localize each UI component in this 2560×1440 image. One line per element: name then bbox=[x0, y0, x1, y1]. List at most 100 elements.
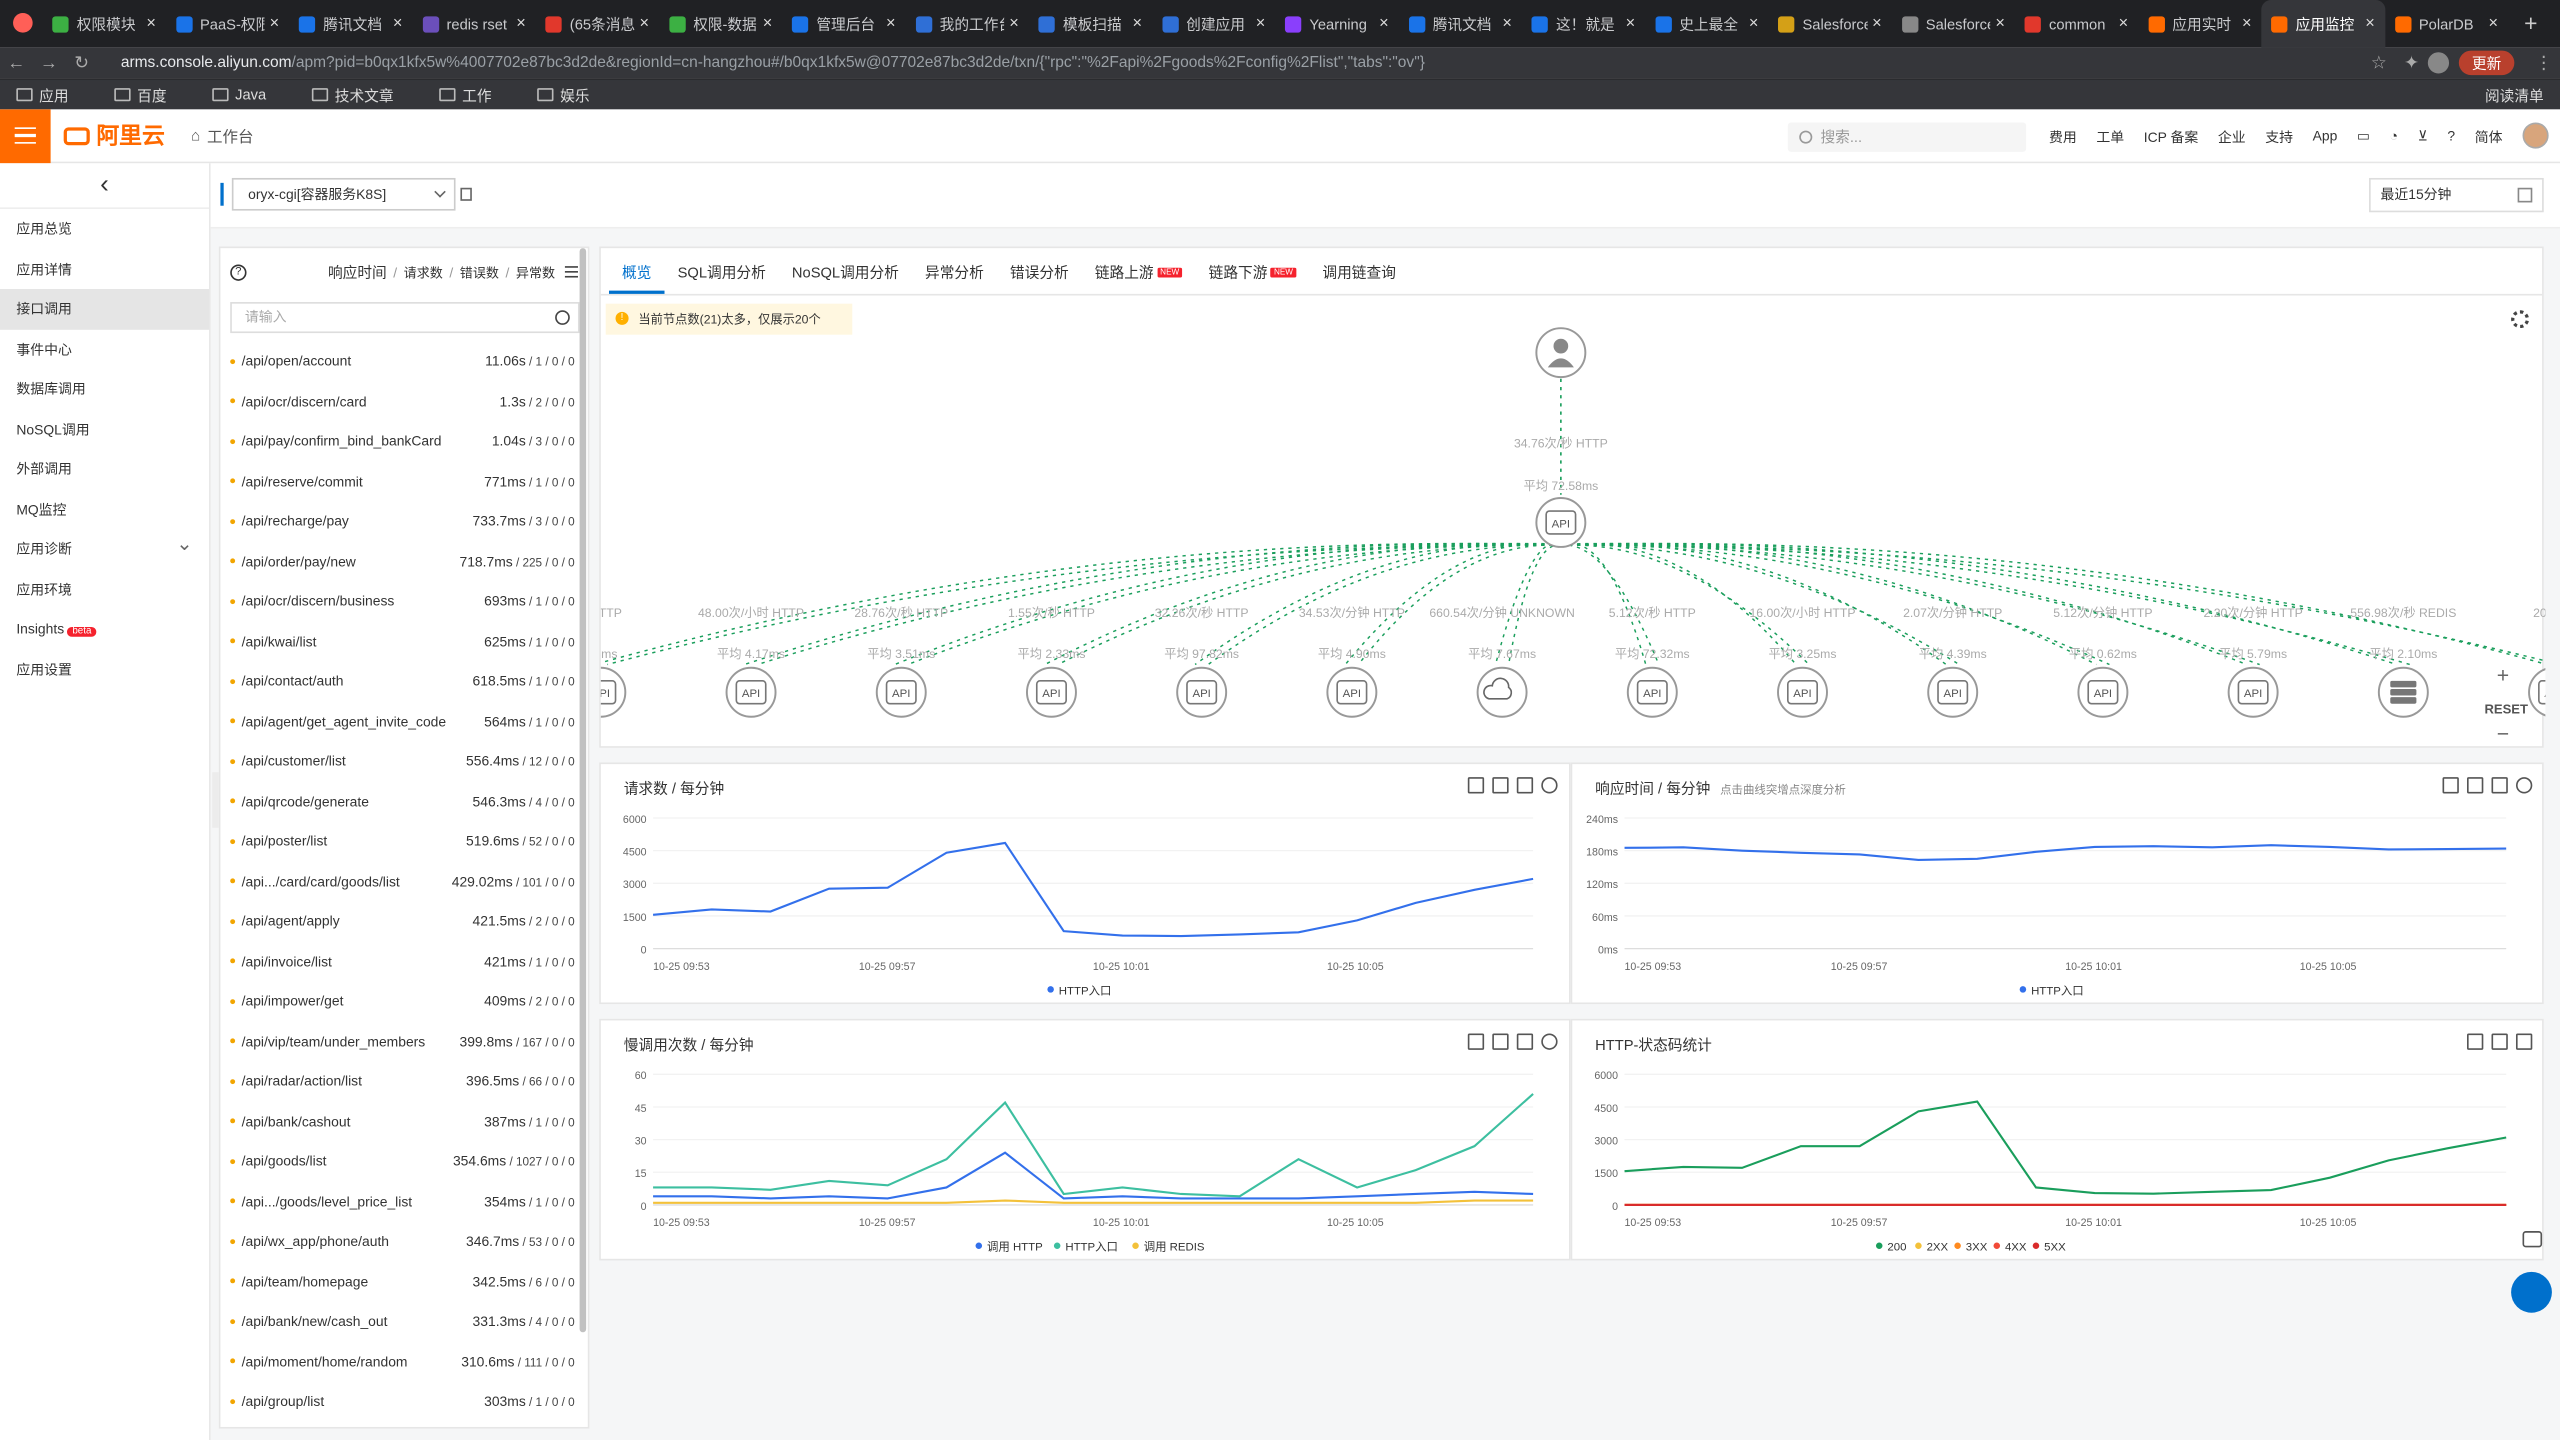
link-enterprise[interactable]: 企业 bbox=[2218, 127, 2246, 147]
bookmark-fun[interactable]: 娱乐 bbox=[537, 84, 612, 105]
browser-tab[interactable]: 史上最全 × bbox=[1645, 0, 1768, 47]
copy-icon[interactable] bbox=[460, 187, 472, 201]
expand-icon[interactable] bbox=[2442, 777, 2459, 794]
browser-tab[interactable]: common × bbox=[2015, 0, 2138, 47]
analysis-tab[interactable]: 链路下游 NEW bbox=[1196, 261, 1310, 294]
tab-close-icon[interactable]: × bbox=[639, 15, 649, 33]
downstream-node[interactable]: 20.27... API bbox=[2528, 606, 2546, 717]
link-app[interactable]: App bbox=[2313, 127, 2338, 147]
downstream-node[interactable]: 32.26次/秒 HTTP 平均 97.82ms API bbox=[1155, 606, 1249, 718]
close-window-icon[interactable] bbox=[13, 13, 33, 33]
analysis-tab[interactable]: 错误分析 bbox=[997, 261, 1082, 294]
tab-close-icon[interactable]: × bbox=[1872, 15, 1882, 33]
link-ticket[interactable]: 工单 bbox=[2096, 127, 2124, 147]
browser-tab[interactable]: 这！就是 × bbox=[1522, 0, 1645, 47]
back-icon[interactable]: ← bbox=[0, 53, 33, 73]
api-row[interactable]: /api/impower/get 409ms / 2 / 0 / 0 bbox=[220, 981, 587, 1021]
bug-icon[interactable] bbox=[1541, 1033, 1558, 1050]
tab-close-icon[interactable]: × bbox=[886, 15, 896, 33]
downstream-node[interactable]: 5.12次/分钟 HTTP 平均 0.62ms API bbox=[2053, 605, 2153, 718]
legend-item[interactable]: 调用 REDIS bbox=[1132, 1241, 1205, 1254]
user-node[interactable] bbox=[1535, 327, 1587, 379]
api-row[interactable]: /api/invoice/list 421ms / 1 / 0 / 0 bbox=[220, 941, 587, 981]
downstream-node[interactable]: 16.00次/小时 HTTP 平均 3.25ms API bbox=[1749, 606, 1856, 718]
browser-tab[interactable]: 我的工作台× bbox=[905, 0, 1028, 47]
link-billing[interactable]: 费用 bbox=[2049, 127, 2077, 147]
calendar-icon[interactable] bbox=[1516, 777, 1534, 794]
tab-close-icon[interactable]: × bbox=[1995, 15, 2005, 33]
forward-icon[interactable]: → bbox=[33, 53, 66, 73]
browser-tab[interactable]: Yearning × bbox=[1275, 0, 1398, 47]
expand-icon[interactable] bbox=[2467, 1033, 2484, 1050]
api-row[interactable]: /api/poster/list 519.6ms / 52 / 0 / 0 bbox=[220, 821, 587, 861]
legend-item[interactable]: 200 bbox=[1875, 1242, 1906, 1254]
link-icp[interactable]: ICP 备案 bbox=[2144, 127, 2199, 147]
console-search-input[interactable]: 搜索... bbox=[1787, 122, 2027, 152]
tab-close-icon[interactable]: × bbox=[393, 15, 403, 33]
browser-tab[interactable]: Salesforce × bbox=[1891, 0, 2014, 47]
downstream-node[interactable]: 556.98次/秒 REDIS 平均 2.10ms bbox=[2350, 606, 2456, 718]
api-row[interactable]: /api/bank/cashout 387ms / 1 / 0 / 0 bbox=[220, 1101, 587, 1141]
api-row[interactable]: /api/wx_app/phone/auth 346.7ms / 53 / 0 /… bbox=[220, 1221, 587, 1261]
app-select[interactable]: oryx-cgi[容器服务K8S] bbox=[231, 177, 456, 211]
analysis-tab[interactable]: NoSQL调用分析 bbox=[779, 261, 912, 294]
line-chart-icon[interactable] bbox=[1492, 1033, 1509, 1050]
browser-tab[interactable]: 管理后台 × bbox=[782, 0, 905, 47]
downstream-node[interactable]: 2.07次/分钟 HTTP 平均 4.39ms API bbox=[1903, 605, 2002, 718]
update-button[interactable]: 更新 bbox=[2458, 50, 2515, 76]
menu-icon[interactable]: ⋮ bbox=[2527, 52, 2560, 74]
calendar-icon[interactable] bbox=[1516, 1033, 1534, 1050]
reload-icon[interactable]: ↻ bbox=[65, 52, 98, 74]
tab-close-icon[interactable]: × bbox=[146, 15, 156, 33]
link-language[interactable]: 简体 bbox=[2475, 127, 2503, 147]
api-row[interactable]: /api/agent/apply 421.5ms / 2 / 0 / 0 bbox=[220, 901, 587, 941]
expand-icon[interactable] bbox=[1467, 1033, 1485, 1050]
api-row[interactable]: /api/ocr/discern/business 693ms / 1 / 0 /… bbox=[220, 581, 587, 621]
col-errors[interactable]: 错误数 bbox=[460, 266, 499, 281]
tab-close-icon[interactable]: × bbox=[1379, 15, 1389, 33]
legend-item[interactable]: 4XX bbox=[1993, 1242, 2027, 1254]
api-row[interactable]: /api/goods/list 354.6ms / 1027 / 0 / 0 bbox=[220, 1141, 587, 1181]
api-row[interactable]: /api/pay/confirm_bind_bankCard 1.04s / 3 … bbox=[220, 421, 587, 461]
nav-item[interactable]: MQ监控 bbox=[0, 489, 209, 529]
center-api-node[interactable]: API bbox=[1535, 496, 1587, 548]
time-range-select[interactable]: 最近15分钟 bbox=[2369, 177, 2544, 213]
tab-close-icon[interactable]: × bbox=[2488, 15, 2498, 33]
col-response-time[interactable]: 响应时间 bbox=[328, 264, 387, 280]
downstream-node[interactable]: 48.00次/小时 HTTP 平均 4.17ms API bbox=[698, 606, 804, 718]
browser-tab[interactable]: PolarDB × bbox=[2385, 0, 2508, 47]
api-row[interactable]: /api/reserve/commit 771ms / 1 / 0 / 0 bbox=[220, 461, 587, 501]
nav-item[interactable]: Insights beta bbox=[0, 609, 209, 649]
api-row[interactable]: /api/team/homepage 342.5ms / 6 / 0 / 0 bbox=[220, 1261, 587, 1301]
nav-item[interactable]: 数据库调用 bbox=[0, 369, 209, 409]
legend-item[interactable]: HTTP入口 bbox=[1053, 1241, 1118, 1254]
nav-item[interactable]: 应用环境 bbox=[0, 569, 209, 609]
browser-tab[interactable]: 腾讯文档 × bbox=[289, 0, 412, 47]
series-line[interactable] bbox=[1624, 844, 2507, 862]
tab-close-icon[interactable]: × bbox=[1749, 15, 1759, 33]
list-scrollbar[interactable] bbox=[579, 248, 587, 1333]
legend-item[interactable]: 调用 HTTP bbox=[975, 1241, 1043, 1254]
browser-tab[interactable]: 模板扫描 × bbox=[1029, 0, 1152, 47]
aliyun-logo[interactable]: 阿里云 bbox=[63, 119, 165, 152]
analysis-tab[interactable]: SQL调用分析 bbox=[665, 261, 779, 294]
api-row[interactable]: /api/group/list 303ms / 1 / 0 / 0 bbox=[220, 1381, 587, 1421]
browser-tab[interactable]: (65条消息 × bbox=[536, 0, 659, 47]
cart-icon[interactable]: ⊻ bbox=[2418, 127, 2428, 147]
tab-close-icon[interactable]: × bbox=[2242, 15, 2252, 33]
api-row[interactable]: /api/order/pay/new 718.7ms / 225 / 0 / 0 bbox=[220, 541, 587, 581]
legend-item[interactable]: HTTP入口 bbox=[1047, 984, 1111, 997]
legend-item[interactable]: HTTP入口 bbox=[2019, 984, 2084, 997]
api-row[interactable]: /api/vip/team/under_members 399.8ms / 167… bbox=[220, 1021, 587, 1061]
zoom-out-icon[interactable]: − bbox=[2497, 723, 2509, 746]
api-row[interactable]: /api.../goods/level_price_list 354ms / 1 … bbox=[220, 1181, 587, 1221]
api-row[interactable]: /api/open/account 11.06s / 1 / 0 / 0 bbox=[220, 341, 587, 381]
new-tab-button[interactable]: + bbox=[2508, 0, 2554, 47]
nav-item[interactable]: 应用总览 bbox=[0, 209, 209, 249]
legend-item[interactable]: 2XX bbox=[1915, 1242, 1949, 1254]
downstream-node[interactable]: 1.55次/秒 HTTP 平均 2.33ms API bbox=[1008, 606, 1095, 718]
calendar-icon[interactable] bbox=[2515, 1033, 2533, 1050]
calendar-icon[interactable] bbox=[2491, 777, 2508, 794]
api-row[interactable]: /api/ocr/discern/card 1.3s / 2 / 0 / 0 bbox=[220, 381, 587, 421]
analysis-tab[interactable]: 调用链查询 bbox=[1309, 261, 1409, 294]
